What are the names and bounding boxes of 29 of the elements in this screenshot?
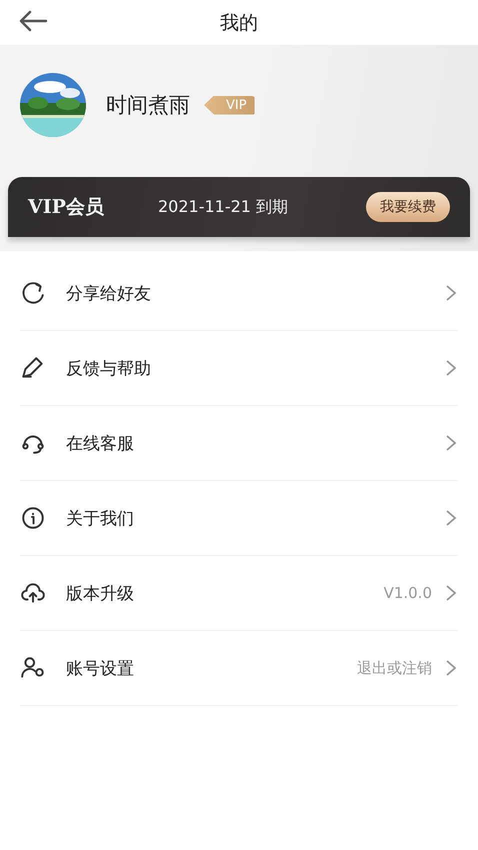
menu-label: 账号设置 xyxy=(66,658,135,680)
menu-label: 反馈与帮助 xyxy=(66,358,152,380)
menu-item[interactable]: 关于我们 xyxy=(20,481,458,556)
renew-button[interactable]: 我要续费 xyxy=(366,192,450,222)
menu-item[interactable]: 账号设置 退出或注销 xyxy=(20,631,458,706)
menu-label: 关于我们 xyxy=(66,508,135,530)
menu-value: V1.0.0 xyxy=(384,584,432,602)
menu-value: 退出或注销 xyxy=(357,658,432,678)
page-title: 我的 xyxy=(220,10,258,36)
chevron-right-icon xyxy=(444,509,458,527)
info-icon xyxy=(20,505,46,531)
menu-item[interactable]: 在线客服 xyxy=(20,406,458,481)
chevron-right-icon xyxy=(444,359,458,377)
menu-label: 版本升级 xyxy=(66,582,135,604)
vip-label: VIP会员 xyxy=(28,195,105,220)
chevron-right-icon xyxy=(444,284,458,302)
expiry-date: 2021-11-21 到期 xyxy=(158,196,290,218)
vip-badge: VIP xyxy=(204,96,255,114)
chevron-right-icon xyxy=(444,659,458,677)
menu-label: 在线客服 xyxy=(66,432,135,454)
menu-item[interactable]: 分享给好友 xyxy=(20,256,458,331)
chevron-right-icon xyxy=(444,584,458,602)
share-icon xyxy=(20,280,46,306)
back-arrow-icon[interactable] xyxy=(18,9,48,33)
menu-item[interactable]: 版本升级 V1.0.0 xyxy=(20,556,458,631)
menu-label: 分享给好友 xyxy=(66,282,152,304)
menu-item[interactable]: 反馈与帮助 xyxy=(20,331,458,406)
user-name: 时间煮雨 xyxy=(106,92,190,119)
chevron-right-icon xyxy=(444,434,458,452)
